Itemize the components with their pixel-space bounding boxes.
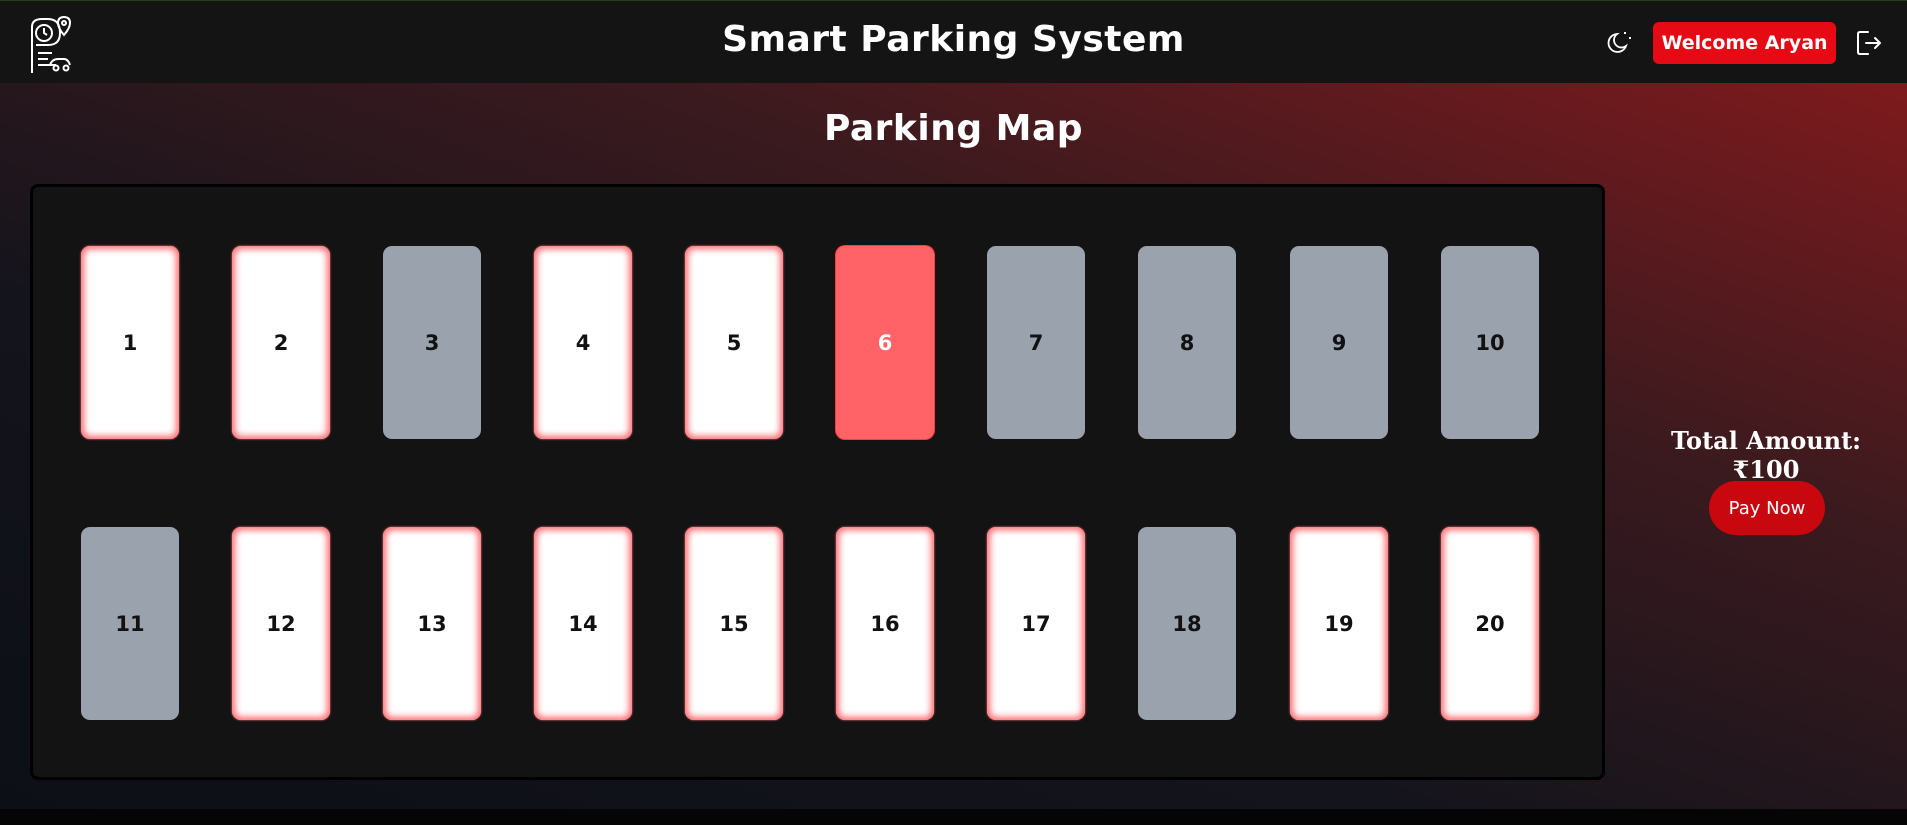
- parking-slot-14[interactable]: 14: [534, 527, 632, 720]
- top-navbar: Smart Parking System Welcome Aryan: [0, 0, 1907, 83]
- parking-slot-4[interactable]: 4: [534, 246, 632, 439]
- parking-slot-17[interactable]: 17: [987, 527, 1085, 720]
- logout-icon[interactable]: [1854, 28, 1884, 58]
- parking-slot-16[interactable]: 16: [836, 527, 934, 720]
- parking-slot-7[interactable]: 7: [987, 246, 1085, 439]
- parking-slot-12[interactable]: 12: [232, 527, 330, 720]
- parking-slot-11[interactable]: 11: [81, 527, 179, 720]
- parking-slot-1[interactable]: 1: [81, 246, 179, 439]
- parking-slot-18[interactable]: 18: [1138, 527, 1236, 720]
- parking-map: 1 2 3 4 5 6 7 8 9 10 11 12 13 14 15 16 17 18 19 20: [30, 184, 1605, 780]
- footer-strip: [0, 809, 1907, 825]
- parking-slot-5[interactable]: 5: [685, 246, 783, 439]
- parking-slot-13[interactable]: 13: [383, 527, 481, 720]
- parking-slot-10[interactable]: 10: [1441, 246, 1539, 439]
- parking-slot-15[interactable]: 15: [685, 527, 783, 720]
- pay-now-button[interactable]: Pay Now: [1709, 481, 1825, 535]
- welcome-user-button[interactable]: Welcome Aryan: [1653, 22, 1836, 64]
- parking-slot-20[interactable]: 20: [1441, 527, 1539, 720]
- parking-slot-6[interactable]: 6: [836, 246, 934, 439]
- parking-slot-19[interactable]: 19: [1290, 527, 1388, 720]
- parking-slot-9[interactable]: 9: [1290, 246, 1388, 439]
- parking-slot-3[interactable]: 3: [383, 246, 481, 439]
- total-amount: Total Amount: ₹100: [1670, 426, 1862, 484]
- page-title: Parking Map: [823, 108, 1084, 149]
- parking-slot-8[interactable]: 8: [1138, 246, 1236, 439]
- moon-icon[interactable]: [1606, 28, 1634, 56]
- parking-slot-2[interactable]: 2: [232, 246, 330, 439]
